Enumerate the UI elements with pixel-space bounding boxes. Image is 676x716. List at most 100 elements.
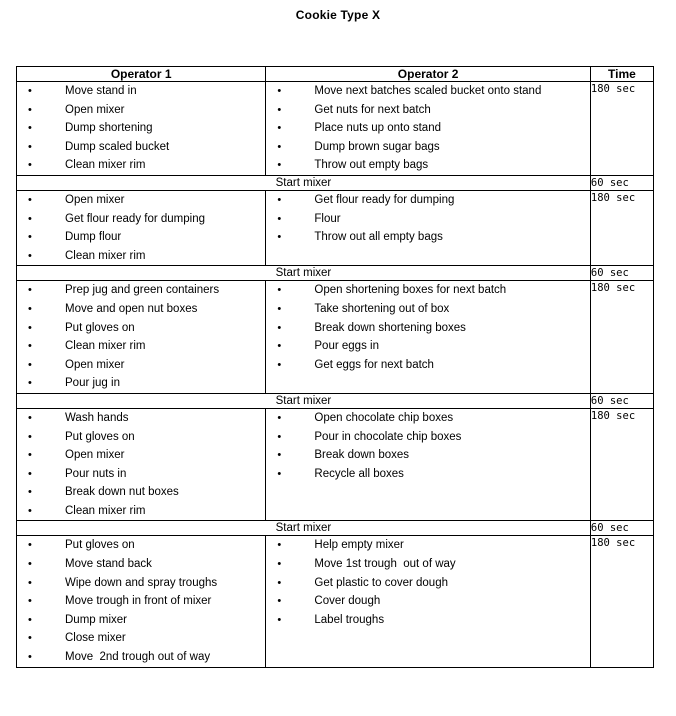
task-item: • Wipe down and spray troughs [17,574,265,593]
task-list: • Put gloves on • Move stand back • Wipe down… [17,536,265,666]
task-item-label: Open chocolate chip boxes [314,411,454,424]
task-list: • Move stand in • Open mixer • Dump shortenin… [17,82,265,175]
bullet-icon: • [277,231,282,244]
task-item-label: Throw out empty bags [314,159,429,172]
page-title: Cookie Type X [295,8,381,22]
table-row: • Put gloves on • Move stand back • Wipe down… [15,535,655,668]
task-item-label: Put gloves on [65,430,135,443]
operator-1-tasks-cell: • Wash hands • Put gloves on • Open mixer • Pou… [15,407,267,522]
bullet-icon: • [28,302,32,315]
task-item: • Clean mixer rim [17,502,265,521]
task-item: • Get flour ready for dumping [266,191,590,210]
bullet-icon: • [28,284,32,297]
task-item: • Recycle all boxes [266,465,590,484]
bullet-icon: • [277,411,282,424]
operator-2-tasks-cell: • Open chocolate chip boxes • Pour in choco… [265,407,591,522]
operator-1-tasks-cell: • Prep jug and green containers • Move and … [15,280,267,394]
table-body: • Move stand in • Open mixer • Dump shortenin… [15,81,655,668]
bullet-icon: • [277,558,282,571]
task-item-label: Put gloves on [65,539,135,552]
bullet-icon: • [28,411,32,424]
process-steps-table: Operator 1 Operator 2 Time • Move stand i… [15,66,655,668]
operator-1-tasks-cell: • Put gloves on • Move stand back • Wipe down… [15,535,267,668]
bullet-icon: • [277,193,282,206]
bullet-icon: • [277,340,282,353]
task-item: • Dump mixer [17,611,265,630]
task-item-label: Wash hands [65,411,129,424]
task-item-label: Pour nuts in [65,467,127,480]
task-item-label: Get flour ready for dumping [65,212,205,225]
bullet-icon: • [28,212,32,225]
operator-1-tasks-cell: • Move stand in • Open mixer • Dump shortenin… [15,81,267,176]
task-item-label: Pour in chocolate chip boxes [314,430,462,443]
task-item-label: Put gloves on [65,321,135,334]
task-item: • Dump scaled bucket [17,138,265,157]
bullet-icon: • [28,430,32,443]
task-item-label: Close mixer [65,632,126,645]
bullet-icon: • [277,140,282,153]
column-header-operator-2: Operator 2 [265,66,591,82]
task-item-label: Pour jug in [65,377,120,390]
task-item-label: Recycle all boxes [314,467,404,480]
table-row: • Move stand in • Open mixer • Dump shortenin… [15,81,655,176]
bullet-icon: • [28,140,32,153]
task-item-label: Dump flour [65,231,122,244]
bullet-icon: • [28,576,32,589]
bullet-icon: • [28,85,32,97]
task-item-label: Pour eggs in [314,340,379,353]
task-item: • Open mixer [17,356,265,375]
start-mixer-time-cell: 60 sec [589,265,655,282]
task-list: • Open chocolate chip boxes • Pour in choco… [266,409,590,483]
task-item-label: Move trough in front of mixer [65,595,212,608]
bullet-icon: • [28,321,32,334]
task-item: • Pour in chocolate chip boxes [266,428,590,447]
bullet-icon: • [28,449,32,462]
task-item: • Put gloves on [17,536,265,555]
bullet-icon: • [28,103,32,116]
start-mixer-label: Start mixer [16,520,591,537]
task-item: • Move stand back [17,555,265,574]
bullet-icon: • [277,449,282,462]
bullet-icon: • [28,122,32,135]
task-item: • Break down nut boxes [17,483,265,502]
start-mixer-label: Start mixer [16,174,591,191]
operator-2-tasks-cell: • Get flour ready for dumping • Flour • Throw… [265,189,591,267]
task-item: • Open chocolate chip boxes [266,409,590,428]
table-row: • Prep jug and green containers • Move and … [15,280,655,394]
bullet-icon: • [277,539,282,552]
task-item-label: Open mixer [65,358,125,371]
start-mixer-time-cell: 60 sec [589,520,655,537]
bullet-icon: • [277,159,282,172]
task-item-label: Flour [314,212,341,225]
task-item: • Dump brown sugar bags [266,138,590,157]
bullet-icon: • [28,632,32,645]
task-item: • Pour jug in [17,374,265,393]
bullet-icon: • [28,651,32,664]
task-list: • Wash hands • Put gloves on • Open mixer • Pou… [17,409,265,521]
task-item: • Take shortening out of box [266,300,590,319]
task-item: • Clean mixer rim [17,247,265,266]
task-item-label: Open mixer [65,103,125,116]
table-header-row: Operator 1 Operator 2 Time [15,66,655,82]
time-cell: 180 sec [589,189,655,267]
bullet-icon: • [277,103,282,116]
operator-2-tasks-cell: • Open shortening boxes for next batch • Ta… [265,280,591,394]
column-header-operator-1: Operator 1 [15,66,267,82]
table-row: • Wash hands • Put gloves on • Open mixer • Pou… [15,407,655,522]
bullet-icon: • [28,193,32,206]
task-item: • Clean mixer rim [17,337,265,356]
bullet-icon: • [277,284,282,297]
task-item-label: Move and open nut boxes [65,302,198,315]
task-item-label: Move 2nd trough out of way [65,651,211,664]
task-item: • Prep jug and green containers [17,281,265,300]
task-list: • Open shortening boxes for next batch • Ta… [266,281,590,374]
bullet-icon: • [28,595,32,608]
task-item: • Throw out empty bags [266,156,590,175]
task-item: • Break down shortening boxes [266,319,590,338]
start-mixer-time-cell: 60 sec [589,174,655,191]
task-item: • Move next batches scaled bucket onto st… [266,82,590,101]
task-item-label: Label troughs [314,613,385,626]
task-item-label: Help empty mixer [314,539,404,552]
task-item-label: Move next batches scaled bucket onto sta… [314,85,542,97]
start-mixer-label: Start mixer [16,265,591,282]
